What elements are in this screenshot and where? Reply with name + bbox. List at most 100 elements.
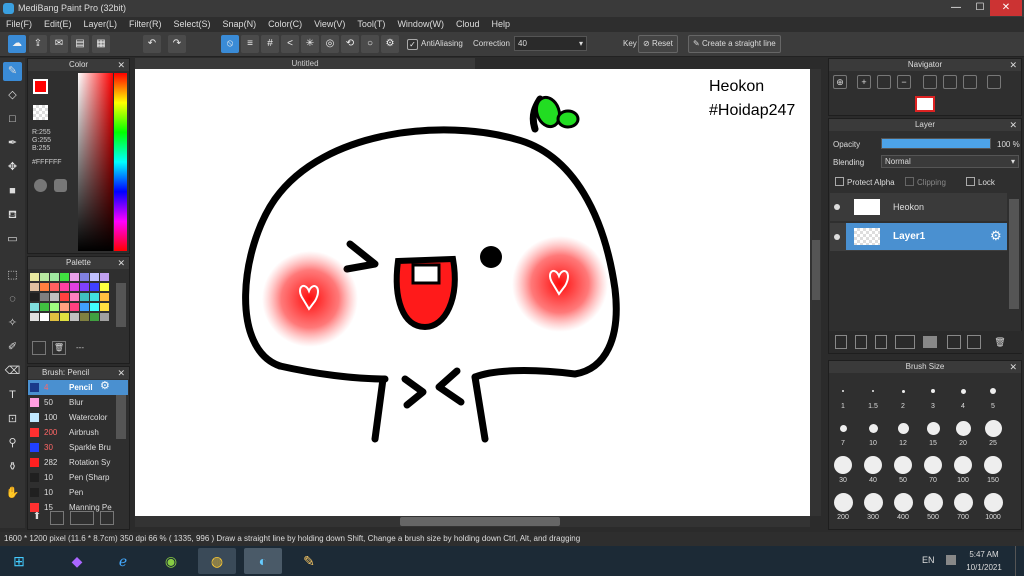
page-icon[interactable]: ▤: [71, 35, 89, 53]
select-pen-tool-icon[interactable]: ✐: [3, 338, 22, 357]
brush-size-dot[interactable]: [897, 422, 909, 434]
menu-filter[interactable]: Filter(R): [123, 17, 168, 29]
palette-swatch[interactable]: [30, 273, 39, 281]
zoom-out-icon[interactable]: −: [897, 75, 911, 89]
gear-icon[interactable]: ⚙: [990, 228, 1002, 244]
palette-swatch[interactable]: [80, 273, 89, 281]
snap-settings-icon[interactable]: ⚙: [381, 35, 399, 53]
close-icon[interactable]: ✕: [117, 257, 125, 269]
brush-list-item[interactable]: 30 Sparkle Bru: [28, 440, 128, 455]
brush-size-dot[interactable]: [926, 421, 940, 435]
palette-swatch[interactable]: [60, 273, 69, 281]
flip-icon[interactable]: [987, 75, 1001, 89]
close-icon[interactable]: ✕: [117, 367, 125, 379]
menu-cloud[interactable]: Cloud: [450, 17, 486, 29]
palette-swatch[interactable]: [70, 273, 79, 281]
palette-swatch[interactable]: [100, 303, 109, 311]
palette-swatch[interactable]: [70, 313, 79, 321]
palette-swatch[interactable]: [50, 303, 59, 311]
zoom-icon[interactable]: ⊕: [833, 75, 847, 89]
hand-tool-icon[interactable]: ✋: [3, 484, 22, 503]
eraser-tool-icon[interactable]: ◇: [3, 86, 22, 105]
palette-swatch[interactable]: [50, 293, 59, 301]
brush-list-item[interactable]: 50 Blur: [28, 395, 128, 410]
palette-swatch[interactable]: [30, 283, 39, 291]
palette-swatch[interactable]: [40, 303, 49, 311]
paint-icon[interactable]: ✎: [290, 548, 328, 574]
new-halftone-layer-icon[interactable]: [855, 335, 867, 349]
close-icon[interactable]: ✕: [117, 59, 125, 71]
palette-swatch[interactable]: [90, 273, 99, 281]
blending-select[interactable]: Normal ▾: [881, 155, 1019, 168]
palette-swatch[interactable]: [60, 293, 69, 301]
brush-size-dot[interactable]: [863, 492, 883, 512]
palette-swatch[interactable]: [40, 273, 49, 281]
correction-select[interactable]: 40 ▾: [514, 36, 587, 51]
bucket-tool-icon[interactable]: ⛾: [3, 206, 22, 225]
layer-row-heokon[interactable]: Heokon: [830, 193, 1007, 221]
brush-list-item[interactable]: 4 Pencil: [28, 380, 128, 395]
select-tool-icon[interactable]: ⬚: [3, 266, 22, 285]
share-icon[interactable]: ⇪: [29, 35, 47, 53]
reset-button[interactable]: ⊘ Reset: [638, 35, 678, 53]
lock-checkbox[interactable]: [966, 177, 975, 186]
medibang-icon[interactable]: ◐: [244, 548, 282, 574]
palette-swatch[interactable]: [40, 293, 49, 301]
palette-swatch[interactable]: [70, 283, 79, 291]
start-button-icon[interactable]: ⊞: [2, 548, 36, 574]
palette-swatch[interactable]: [100, 283, 109, 291]
brush-size-dot[interactable]: [833, 492, 853, 512]
snap-perspective-icon[interactable]: <: [281, 35, 299, 53]
brush-list-item[interactable]: 200 Airbrush: [28, 425, 128, 440]
palette-icon[interactable]: [34, 179, 47, 192]
menu-file[interactable]: File(F): [0, 17, 38, 29]
palette-swatch[interactable]: [80, 313, 89, 321]
brush-size-dot[interactable]: [893, 492, 913, 512]
duplicate-layer-icon[interactable]: [947, 335, 961, 349]
antialiasing-checkbox[interactable]: ✓: [407, 39, 418, 50]
brush-size-dot[interactable]: [960, 388, 966, 394]
new-8bit-layer-icon[interactable]: [875, 335, 887, 349]
snap-off-icon[interactable]: ⦸: [221, 35, 239, 53]
menu-tool[interactable]: Tool(T): [351, 17, 391, 29]
snap-grid-icon[interactable]: #: [261, 35, 279, 53]
rotate-right-icon[interactable]: [963, 75, 977, 89]
palette-scrollbar[interactable]: [116, 283, 126, 327]
snap-parallel-icon[interactable]: ≡: [241, 35, 259, 53]
brush-size-dot[interactable]: [990, 388, 996, 394]
delete-palette-icon[interactable]: 🗑: [52, 341, 66, 355]
brush-list-item[interactable]: 100 Watercolor: [28, 410, 128, 425]
visual-studio-icon[interactable]: ◆: [58, 548, 96, 574]
clock[interactable]: 5:47 AM 10/1/2021: [964, 548, 1004, 574]
divide-tool-icon[interactable]: ⊡: [3, 410, 22, 429]
select-rect-tool-icon[interactable]: □: [3, 110, 22, 129]
brush-size-dot[interactable]: [954, 456, 972, 474]
palette-swatch[interactable]: [100, 313, 109, 321]
palette-swatch[interactable]: [60, 313, 69, 321]
select-eraser-tool-icon[interactable]: ⌫: [3, 362, 22, 381]
close-icon[interactable]: ✕: [1009, 59, 1017, 71]
menu-window[interactable]: Window(W): [391, 17, 450, 29]
new-palette-icon[interactable]: [32, 341, 46, 355]
brush-size-dot[interactable]: [868, 423, 878, 433]
delete-layer-icon[interactable]: 🗑: [993, 335, 1007, 349]
palette-swatch[interactable]: [90, 313, 99, 321]
close-button[interactable]: ✕: [990, 0, 1022, 16]
chrome-icon[interactable]: ◍: [198, 548, 236, 574]
brush-list-item[interactable]: 282 Rotation Sy: [28, 455, 128, 470]
menu-help[interactable]: Help: [485, 17, 516, 29]
brush-size-dot[interactable]: [983, 492, 1003, 512]
brush-size-dot[interactable]: [834, 456, 852, 474]
brush-size-dot[interactable]: [984, 419, 1002, 437]
text-tool-icon[interactable]: T: [3, 386, 22, 405]
snap-circle-icon[interactable]: ◎: [321, 35, 339, 53]
palette-swatch[interactable]: [60, 303, 69, 311]
dropper-tool-icon[interactable]: ⚱: [3, 458, 22, 477]
visibility-icon[interactable]: [834, 234, 840, 240]
snap-radial-icon[interactable]: ✳: [301, 35, 319, 53]
cloud-icon[interactable]: ☁: [8, 35, 26, 53]
brush-size-dot[interactable]: [955, 420, 971, 436]
foreground-color-swatch[interactable]: [33, 79, 48, 94]
brush-size-dot[interactable]: [894, 456, 912, 474]
palette-swatch[interactable]: [90, 303, 99, 311]
